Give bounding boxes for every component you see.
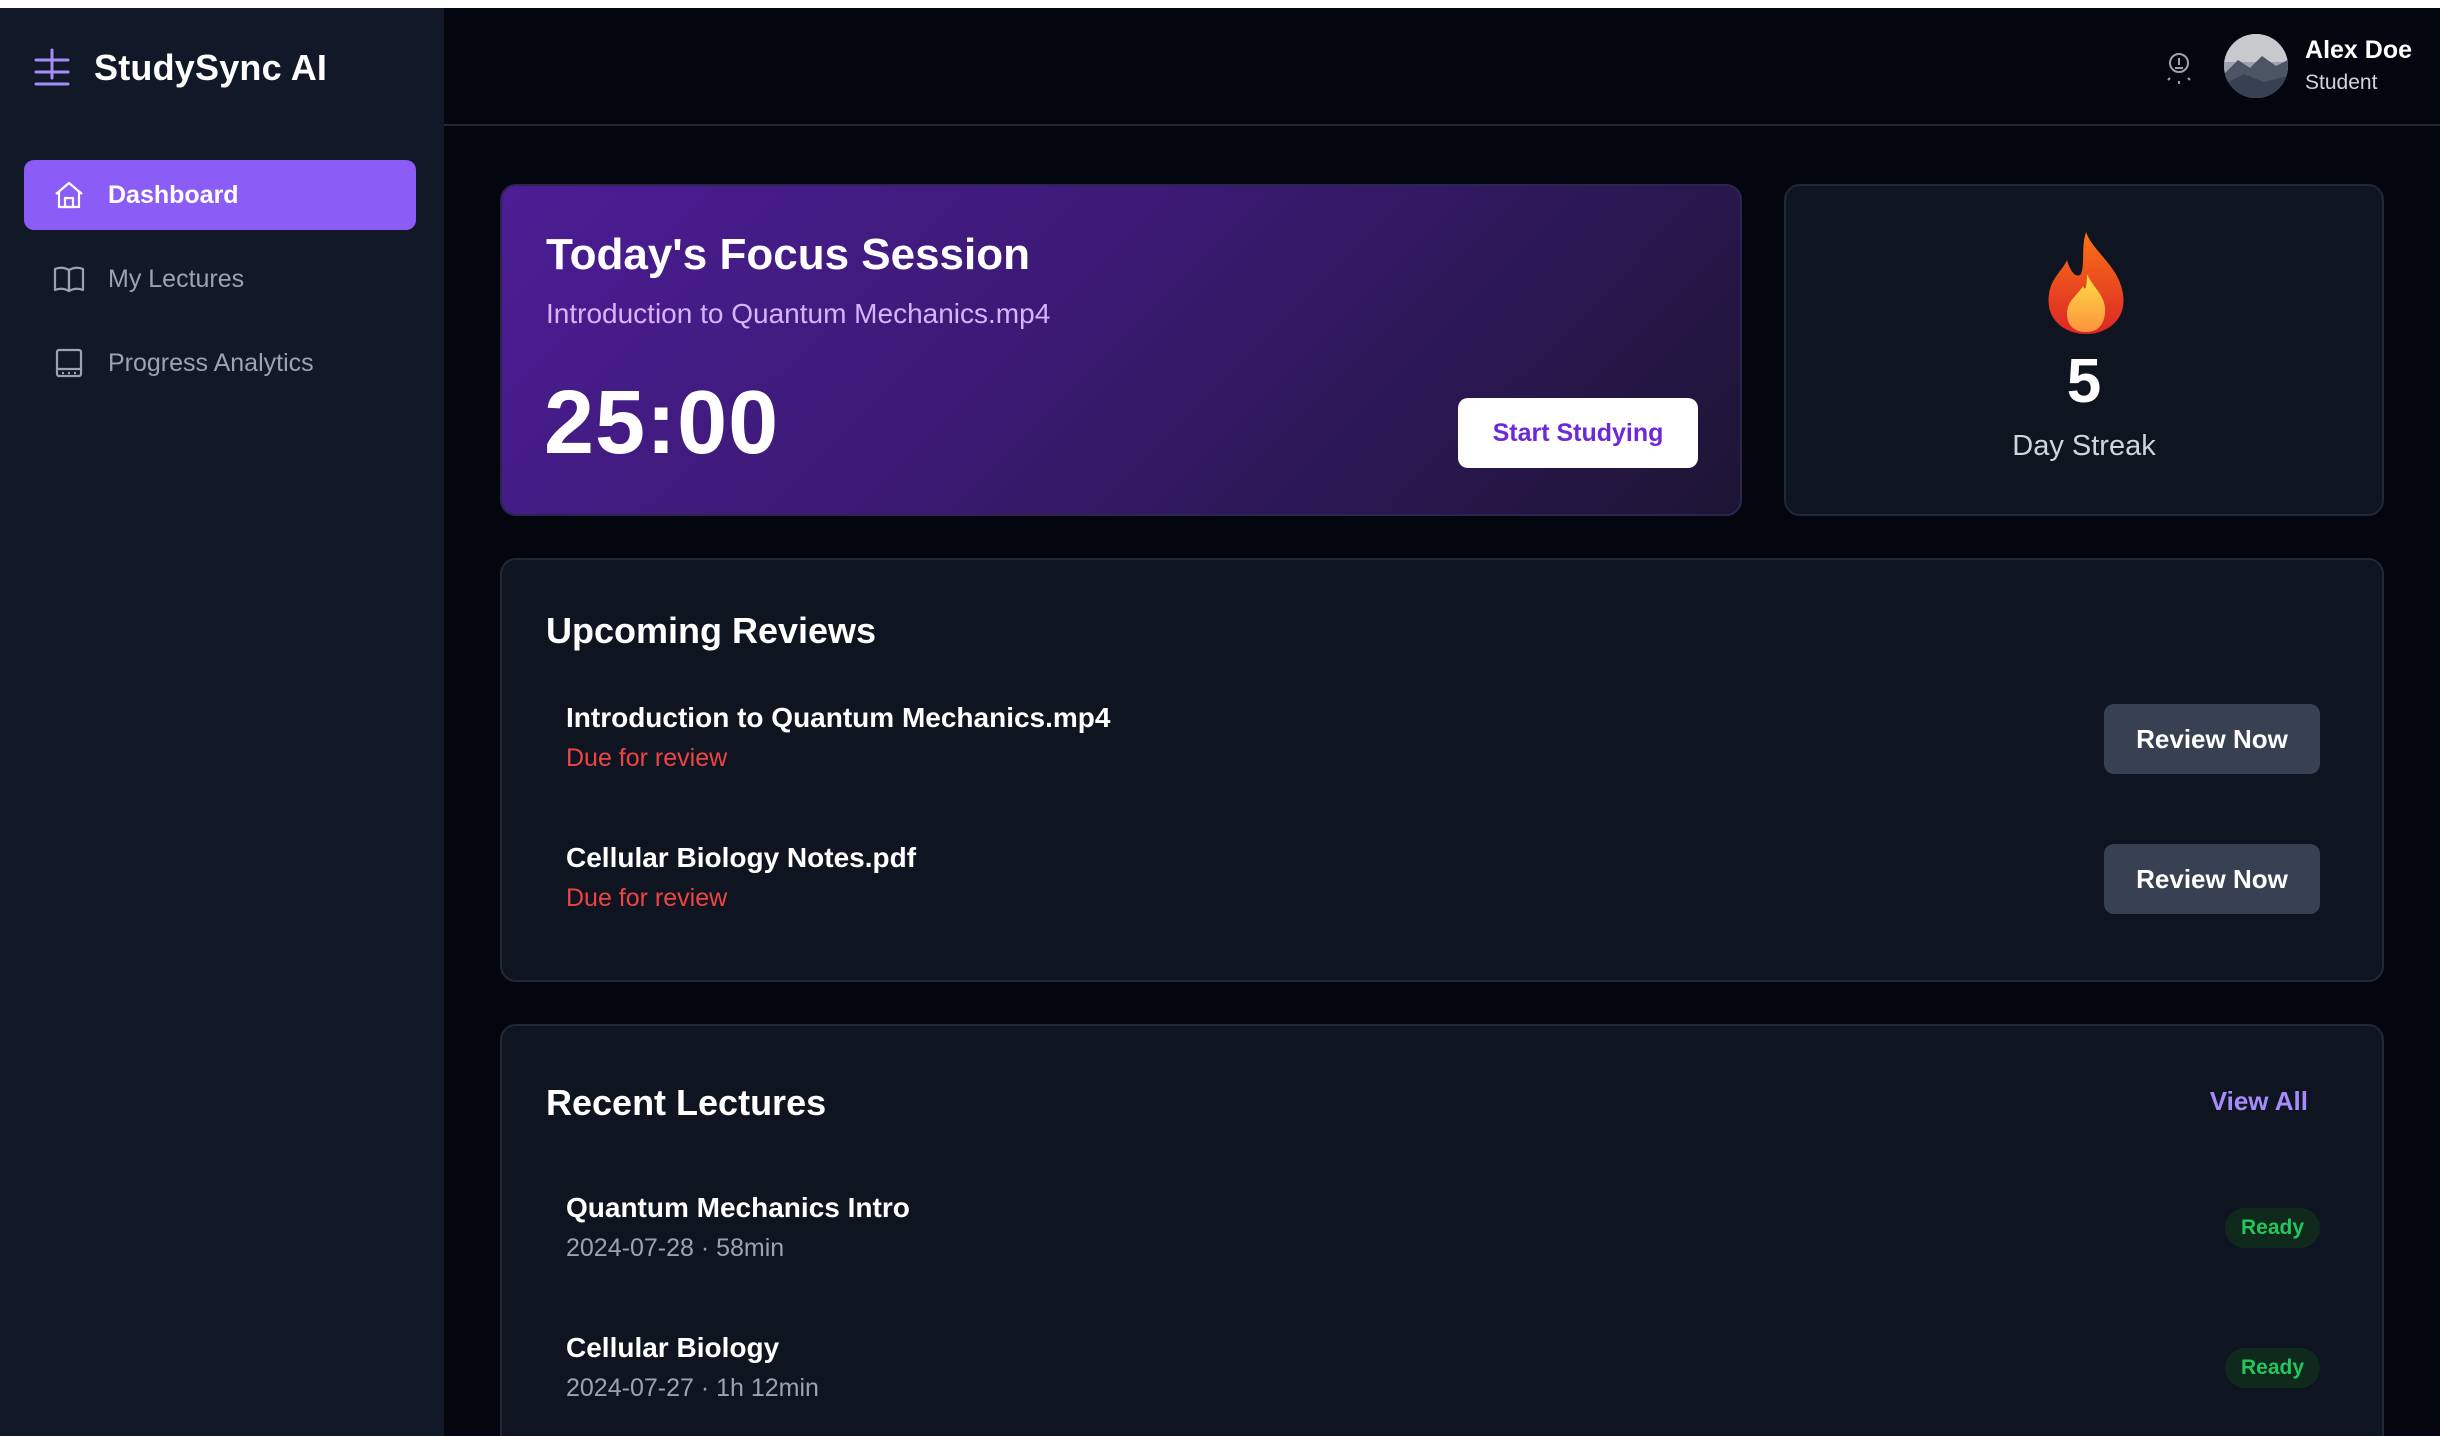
top-bar: Alex Doe Student xyxy=(444,8,2440,126)
streak-count: 5 xyxy=(2066,347,2102,416)
review-item-title: Cellular Biology Notes.pdf xyxy=(566,842,917,873)
app-name: StudySync AI xyxy=(94,47,328,88)
sidebar: StudySync AI Dashboard My Lectures Progr… xyxy=(0,8,444,1436)
book-icon xyxy=(53,266,85,293)
status-badge: Ready xyxy=(2224,1208,2320,1248)
review-item-status: Due for review xyxy=(566,744,728,772)
status-badge: Ready xyxy=(2224,1348,2320,1388)
review-now-button[interactable]: Review Now xyxy=(2104,704,2320,774)
lightbulb-icon[interactable] xyxy=(2162,48,2196,88)
lecture-meta: 2024-07-27 · 1h 12min xyxy=(566,1374,819,1402)
streak-label: Day Streak xyxy=(2012,430,2156,462)
user-role: Student xyxy=(2305,71,2378,94)
home-icon xyxy=(55,181,83,209)
app-window: StudySync AI Dashboard My Lectures Progr… xyxy=(0,8,2440,1436)
start-studying-button[interactable]: Start Studying xyxy=(1458,398,1698,468)
user-info[interactable]: Alex Doe Student xyxy=(2305,36,2412,95)
lecture-item[interactable]: Quantum Mechanics Intro 2024-07-28 · 58m… xyxy=(566,1192,2320,1282)
review-item-title: Introduction to Quantum Mechanics.mp4 xyxy=(566,702,1111,733)
review-item-status: Due for review xyxy=(566,884,728,912)
upcoming-reviews-card: Upcoming Reviews Introduction to Quantum… xyxy=(500,558,2384,982)
analytics-icon xyxy=(55,348,83,378)
brand[interactable]: StudySync AI xyxy=(32,38,327,98)
streak-card: 5 Day Streak xyxy=(1784,184,2384,516)
lecture-title: Cellular Biology xyxy=(566,1332,780,1363)
sidebar-item-my-lectures[interactable]: My Lectures xyxy=(24,244,416,314)
lecture-title: Quantum Mechanics Intro xyxy=(566,1192,910,1223)
fire-icon xyxy=(2048,232,2124,334)
focus-session-card: Today's Focus Session Introduction to Qu… xyxy=(500,184,1742,516)
user-name: Alex Doe xyxy=(2305,36,2412,64)
section-title: Recent Lectures xyxy=(546,1082,827,1123)
focus-title: Today's Focus Session xyxy=(546,230,1030,279)
section-title: Upcoming Reviews xyxy=(546,610,877,651)
avatar-image xyxy=(2224,34,2288,98)
recent-lectures-card: Recent Lectures View All Quantum Mechani… xyxy=(500,1024,2384,1436)
focus-timer: 25:00 xyxy=(544,373,780,473)
sidebar-item-label: My Lectures xyxy=(108,264,245,293)
avatar[interactable] xyxy=(2224,34,2288,98)
sidebar-item-dashboard[interactable]: Dashboard xyxy=(24,160,416,230)
sidebar-item-label: Dashboard xyxy=(108,180,239,209)
lecture-meta: 2024-07-28 · 58min xyxy=(566,1234,785,1262)
logo-icon xyxy=(34,48,70,86)
focus-file-name: Introduction to Quantum Mechanics.mp4 xyxy=(546,298,1051,329)
sidebar-item-label: Progress Analytics xyxy=(108,348,314,377)
lecture-item[interactable]: Cellular Biology 2024-07-27 · 1h 12min R… xyxy=(566,1332,2320,1422)
review-item: Introduction to Quantum Mechanics.mp4 Du… xyxy=(566,702,2320,792)
sidebar-item-progress-analytics[interactable]: Progress Analytics xyxy=(24,328,416,398)
sidebar-nav: Dashboard My Lectures Progress Analytics xyxy=(24,160,416,412)
view-all-link[interactable]: View All xyxy=(2210,1086,2308,1117)
review-now-button[interactable]: Review Now xyxy=(2104,844,2320,914)
review-item: Cellular Biology Notes.pdf Due for revie… xyxy=(566,842,2320,932)
